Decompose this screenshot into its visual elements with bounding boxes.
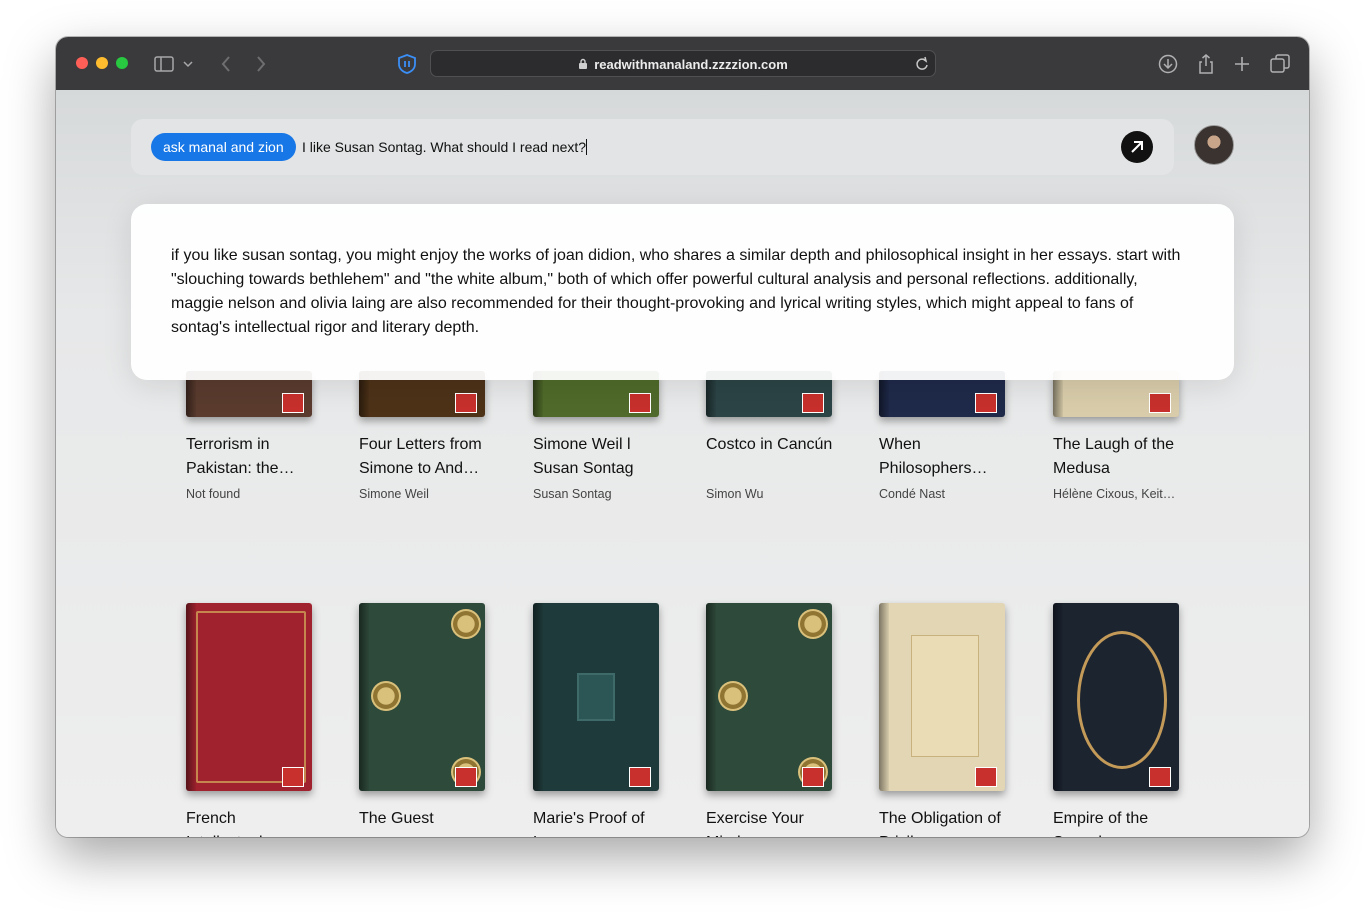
book-spine bbox=[706, 603, 716, 791]
book-author: Simon Wu bbox=[706, 487, 764, 501]
book-card[interactable]: Simone Weil l Susan Sontag Susan Sontag bbox=[533, 371, 661, 501]
cover-frame bbox=[196, 611, 306, 783]
publisher-badge-icon bbox=[629, 393, 651, 413]
sidebar-icon[interactable] bbox=[152, 52, 176, 76]
publisher-badge-icon bbox=[282, 393, 304, 413]
url-text: readwithmanaland.zzzzion.com bbox=[594, 57, 788, 72]
browser-toolbar: readwithmanaland.zzzzion.com bbox=[56, 37, 1309, 90]
cover-medallion bbox=[718, 681, 748, 711]
tab-overview-icon[interactable] bbox=[1268, 52, 1292, 76]
book-title[interactable]: The Laugh of the Medusa bbox=[1053, 433, 1181, 481]
publisher-badge-icon bbox=[455, 393, 477, 413]
publisher-badge-icon bbox=[802, 393, 824, 413]
book-title[interactable]: The Obligation of Privilege bbox=[879, 807, 1007, 837]
book-author: Condé Nast bbox=[879, 487, 946, 501]
book-card[interactable]: When Philosophers… Condé Nast bbox=[879, 371, 1007, 501]
text-caret bbox=[586, 139, 588, 155]
book-spine bbox=[359, 603, 369, 791]
book-author: Not found bbox=[186, 487, 241, 501]
publisher-badge-icon bbox=[629, 767, 651, 787]
book-cover[interactable] bbox=[879, 603, 1005, 791]
user-avatar[interactable] bbox=[1194, 125, 1234, 165]
book-title[interactable]: Exercise Your Mind bbox=[706, 807, 834, 837]
chevron-down-icon[interactable] bbox=[180, 52, 196, 76]
book-cover[interactable] bbox=[359, 603, 485, 791]
book-title[interactable]: Simone Weil l Susan Sontag bbox=[533, 433, 661, 481]
close-window-button[interactable] bbox=[76, 57, 88, 69]
book-card[interactable]: Four Letters from Simone to And… Simone W… bbox=[359, 371, 487, 501]
publisher-badge-icon bbox=[1149, 767, 1171, 787]
back-arrow-icon[interactable] bbox=[214, 52, 238, 76]
arrow-up-right-icon bbox=[1131, 141, 1143, 153]
book-title[interactable]: French Intellectuals an… bbox=[186, 807, 314, 837]
search-input[interactable]: I like Susan Sontag. What should I read … bbox=[302, 139, 588, 155]
ask-pill[interactable]: ask manal and zion bbox=[151, 133, 296, 161]
book-title[interactable]: Terrorism in Pakistan: the… bbox=[186, 433, 314, 481]
book-cover[interactable] bbox=[533, 603, 659, 791]
submit-arrow-button[interactable] bbox=[1121, 131, 1153, 163]
publisher-badge-icon bbox=[975, 767, 997, 787]
book-title[interactable]: Empire of the Senseless bbox=[1053, 807, 1181, 837]
forward-arrow-icon[interactable] bbox=[249, 52, 273, 76]
zoom-window-button[interactable] bbox=[116, 57, 128, 69]
book-card[interactable]: The Obligation of PrivilegeBARBARA BRENN… bbox=[879, 603, 1007, 837]
book-title[interactable]: The Guest bbox=[359, 807, 487, 837]
book-spine bbox=[879, 603, 889, 791]
minimize-window-button[interactable] bbox=[96, 57, 108, 69]
cover-plate bbox=[911, 635, 979, 757]
book-spine bbox=[1053, 603, 1063, 791]
address-bar[interactable]: readwithmanaland.zzzzion.com bbox=[430, 50, 936, 77]
book-title[interactable]: Marie's Proof of Love bbox=[533, 807, 661, 837]
search-query-text: I like Susan Sontag. What should I read … bbox=[302, 139, 587, 155]
cover-medallion bbox=[798, 609, 828, 639]
book-title[interactable]: Four Letters from Simone to And… bbox=[359, 433, 487, 481]
cover-medallion bbox=[371, 681, 401, 711]
book-card[interactable]: Costco in Cancún Simon Wu bbox=[706, 371, 834, 501]
new-tab-icon[interactable] bbox=[1230, 52, 1254, 76]
book-cover[interactable] bbox=[1053, 603, 1179, 791]
book-author: Susan Sontag bbox=[533, 487, 612, 501]
book-card[interactable]: Marie's Proof of LoveMieko Kawakami, … bbox=[533, 603, 661, 837]
publisher-badge-icon bbox=[802, 767, 824, 787]
share-icon[interactable] bbox=[1194, 52, 1218, 76]
book-card[interactable]: Empire of the SenselessKathy Acker bbox=[1053, 603, 1181, 837]
cover-oval bbox=[1077, 631, 1167, 769]
browser-window: readwithmanaland.zzzzion.com ask manal a… bbox=[56, 37, 1309, 837]
page-content: ask manal and zion I like Susan Sontag. … bbox=[56, 90, 1309, 837]
book-card[interactable]: Exercise Your MindBARBARA BRENNER bbox=[706, 603, 834, 837]
answer-text: if you like susan sontag, you might enjo… bbox=[171, 247, 1181, 336]
book-spine bbox=[186, 603, 196, 791]
book-title[interactable]: When Philosophers… bbox=[879, 433, 1007, 481]
book-author: Hélène Cixous, Keit… bbox=[1053, 487, 1176, 501]
book-spine bbox=[533, 603, 543, 791]
book-card[interactable]: French Intellectuals an…Farouk Mardam-Be… bbox=[186, 603, 314, 837]
book-cover[interactable] bbox=[186, 603, 312, 791]
book-card[interactable]: The Laugh of the Medusa Hélène Cixous, Ke… bbox=[1053, 371, 1181, 501]
reload-icon[interactable] bbox=[915, 56, 929, 77]
search-bar[interactable]: ask manal and zion I like Susan Sontag. … bbox=[131, 119, 1174, 175]
publisher-badge-icon bbox=[455, 767, 477, 787]
cover-medallion bbox=[451, 609, 481, 639]
book-card[interactable]: The GuestYoko Tawada, Susa… bbox=[359, 603, 487, 837]
book-card[interactable]: Terrorism in Pakistan: the… Not found bbox=[186, 371, 314, 501]
publisher-badge-icon bbox=[282, 767, 304, 787]
publisher-badge-icon bbox=[975, 393, 997, 413]
book-author: Simone Weil bbox=[359, 487, 429, 501]
downloads-icon[interactable] bbox=[1156, 52, 1180, 76]
answer-panel: if you like susan sontag, you might enjo… bbox=[131, 204, 1234, 380]
lock-icon bbox=[579, 58, 588, 69]
cover-plate bbox=[577, 673, 615, 721]
publisher-badge-icon bbox=[1149, 393, 1171, 413]
privacy-shield-icon[interactable] bbox=[395, 52, 419, 76]
book-cover[interactable] bbox=[706, 603, 832, 791]
book-title[interactable]: Costco in Cancún bbox=[706, 433, 834, 481]
